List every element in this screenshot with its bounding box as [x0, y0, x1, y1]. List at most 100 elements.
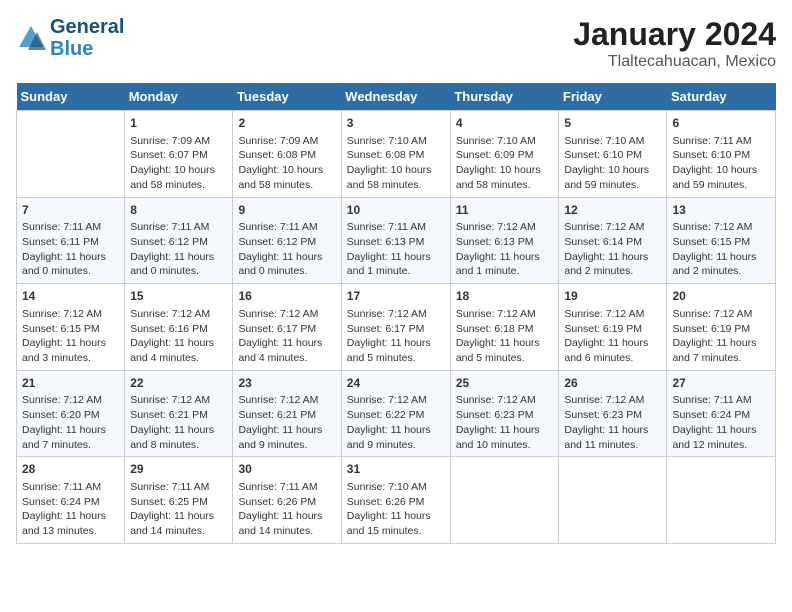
- sunset-label: Sunset: 6:11 PM: [22, 236, 99, 248]
- week-row-1: 1Sunrise: 7:09 AMSunset: 6:07 PMDaylight…: [17, 111, 776, 198]
- calendar-title: January 2024: [573, 16, 776, 53]
- calendar-cell: 1Sunrise: 7:09 AMSunset: 6:07 PMDaylight…: [125, 111, 233, 198]
- title-block: January 2024 Tlaltecahuacan, Mexico: [573, 16, 776, 71]
- daylight-label: Daylight: 11 hours and 1 minute.: [456, 251, 540, 278]
- sunrise-label: Sunrise: 7:09 AM: [130, 135, 210, 147]
- day-number: 4: [456, 115, 554, 132]
- daylight-label: Daylight: 11 hours and 4 minutes.: [238, 337, 322, 364]
- calendar-cell: 31Sunrise: 7:10 AMSunset: 6:26 PMDayligh…: [341, 457, 450, 544]
- calendar-cell: [17, 111, 125, 198]
- day-number: 2: [238, 115, 335, 132]
- day-number: 25: [456, 375, 554, 392]
- week-row-3: 14 Sunrise: 7:12 AM Sunset: 6:15 PM Dayligh…: [17, 284, 776, 371]
- calendar-cell: 27Sunrise: 7:11 AMSunset: 6:24 PMDayligh…: [667, 370, 776, 457]
- daylight-label: Daylight: 11 hours and 12 minutes.: [672, 424, 756, 451]
- sunrise-label: Sunrise: 7:12 AM: [456, 394, 536, 406]
- sunrise-label: Sunrise: 7:12 AM: [130, 308, 210, 320]
- logo: General Blue: [16, 16, 124, 60]
- sunrise-label: Sunrise: 7:12 AM: [672, 221, 752, 233]
- sunrise-label: Sunrise: 7:10 AM: [564, 135, 644, 147]
- day-number: 14: [22, 288, 119, 305]
- sunset-label: Sunset: 6:09 PM: [456, 149, 534, 161]
- day-number: 5: [564, 115, 661, 132]
- daylight-label: Daylight: 11 hours and 9 minutes.: [238, 424, 322, 451]
- calendar-cell: 10Sunrise: 7:11 AMSunset: 6:13 PMDayligh…: [341, 197, 450, 284]
- calendar-cell: [667, 457, 776, 544]
- sunset-label: Sunset: 6:24 PM: [22, 496, 100, 508]
- calendar-cell: 17Sunrise: 7:12 AMSunset: 6:17 PMDayligh…: [341, 284, 450, 371]
- daylight-label: Daylight: 10 hours and 58 minutes.: [456, 164, 541, 191]
- sunset-label: Sunset: 6:15 PM: [22, 323, 100, 335]
- day-number: 11: [456, 202, 554, 219]
- sunrise-label: Sunrise: 7:12 AM: [22, 308, 102, 320]
- daylight-label: Daylight: 11 hours and 8 minutes.: [130, 424, 214, 451]
- sunset-label: Sunset: 6:10 PM: [564, 149, 642, 161]
- column-headers: SundayMondayTuesdayWednesdayThursdayFrid…: [17, 83, 776, 111]
- day-number: 6: [672, 115, 770, 132]
- sunrise-label: Sunrise: 7:10 AM: [347, 135, 427, 147]
- column-header-thursday: Thursday: [450, 83, 559, 111]
- sunset-label: Sunset: 6:19 PM: [564, 323, 642, 335]
- day-number: 29: [130, 461, 227, 478]
- daylight-label: Daylight: 10 hours and 58 minutes.: [130, 164, 215, 191]
- calendar-cell: 11Sunrise: 7:12 AMSunset: 6:13 PMDayligh…: [450, 197, 559, 284]
- calendar-cell: 28Sunrise: 7:11 AMSunset: 6:24 PMDayligh…: [17, 457, 125, 544]
- daylight-label: Daylight: 11 hours and 5 minutes.: [347, 337, 431, 364]
- sunrise-label: Sunrise: 7:12 AM: [347, 394, 427, 406]
- sunrise-label: Sunrise: 7:11 AM: [672, 135, 751, 147]
- sunset-label: Sunset: 6:21 PM: [130, 409, 208, 421]
- day-number: 10: [347, 202, 445, 219]
- day-number: 24: [347, 375, 445, 392]
- calendar-cell: 23Sunrise: 7:12 AMSunset: 6:21 PMDayligh…: [233, 370, 341, 457]
- daylight-label: Daylight: 11 hours and 5 minutes.: [456, 337, 540, 364]
- calendar-cell: 30Sunrise: 7:11 AMSunset: 6:26 PMDayligh…: [233, 457, 341, 544]
- day-number: 1: [130, 115, 227, 132]
- daylight-label: Daylight: 11 hours and 13 minutes.: [22, 510, 106, 537]
- sunset-label: Sunset: 6:23 PM: [456, 409, 534, 421]
- day-number: 27: [672, 375, 770, 392]
- sunset-label: Sunset: 6:25 PM: [130, 496, 208, 508]
- calendar-cell: 26Sunrise: 7:12 AMSunset: 6:23 PMDayligh…: [559, 370, 667, 457]
- calendar-cell: 20Sunrise: 7:12 AMSunset: 6:19 PMDayligh…: [667, 284, 776, 371]
- sunrise-label: Sunrise: 7:12 AM: [456, 308, 536, 320]
- sunset-label: Sunset: 6:13 PM: [456, 236, 534, 248]
- daylight-label: Daylight: 11 hours and 0 minutes.: [22, 251, 106, 278]
- calendar-cell: 3Sunrise: 7:10 AMSunset: 6:08 PMDaylight…: [341, 111, 450, 198]
- column-header-sunday: Sunday: [17, 83, 125, 111]
- sunrise-label: Sunrise: 7:09 AM: [238, 135, 318, 147]
- calendar-cell: 12Sunrise: 7:12 AMSunset: 6:14 PMDayligh…: [559, 197, 667, 284]
- sunrise-label: Sunrise: 7:12 AM: [22, 394, 102, 406]
- sunrise-label: Sunrise: 7:11 AM: [22, 481, 101, 493]
- day-number: 20: [672, 288, 770, 305]
- sunset-label: Sunset: 6:15 PM: [672, 236, 750, 248]
- day-number: 15: [130, 288, 227, 305]
- sunset-label: Sunset: 6:26 PM: [347, 496, 425, 508]
- daylight-label: Daylight: 11 hours and 6 minutes.: [564, 337, 648, 364]
- logo-blue: Blue: [50, 38, 124, 60]
- sunrise-label: Sunrise: 7:12 AM: [672, 308, 752, 320]
- week-row-2: 7Sunrise: 7:11 AMSunset: 6:11 PMDaylight…: [17, 197, 776, 284]
- sunset-label: Sunset: 6:17 PM: [238, 323, 316, 335]
- sunset-label: Sunset: 6:17 PM: [347, 323, 425, 335]
- week-row-4: 21Sunrise: 7:12 AMSunset: 6:20 PMDayligh…: [17, 370, 776, 457]
- day-number: 3: [347, 115, 445, 132]
- page-header: General Blue January 2024 Tlaltecahuacan…: [16, 16, 776, 71]
- column-header-tuesday: Tuesday: [233, 83, 341, 111]
- daylight-label: Daylight: 11 hours and 11 minutes.: [564, 424, 648, 451]
- sunrise-label: Sunrise: 7:12 AM: [238, 394, 318, 406]
- daylight-label: Daylight: 11 hours and 10 minutes.: [456, 424, 540, 451]
- day-number: 30: [238, 461, 335, 478]
- calendar-cell: 4Sunrise: 7:10 AMSunset: 6:09 PMDaylight…: [450, 111, 559, 198]
- column-header-wednesday: Wednesday: [341, 83, 450, 111]
- sunset-label: Sunset: 6:13 PM: [347, 236, 425, 248]
- day-number: 8: [130, 202, 227, 219]
- sunset-label: Sunset: 6:14 PM: [564, 236, 642, 248]
- day-number: 12: [564, 202, 661, 219]
- sunset-label: Sunset: 6:24 PM: [672, 409, 750, 421]
- sunset-label: Sunset: 6:10 PM: [672, 149, 750, 161]
- daylight-label: Daylight: 10 hours and 59 minutes.: [564, 164, 649, 191]
- calendar-subtitle: Tlaltecahuacan, Mexico: [573, 53, 776, 71]
- daylight-label: Daylight: 11 hours and 3 minutes.: [22, 337, 106, 364]
- calendar-cell: [450, 457, 559, 544]
- calendar-cell: 18Sunrise: 7:12 AMSunset: 6:18 PMDayligh…: [450, 284, 559, 371]
